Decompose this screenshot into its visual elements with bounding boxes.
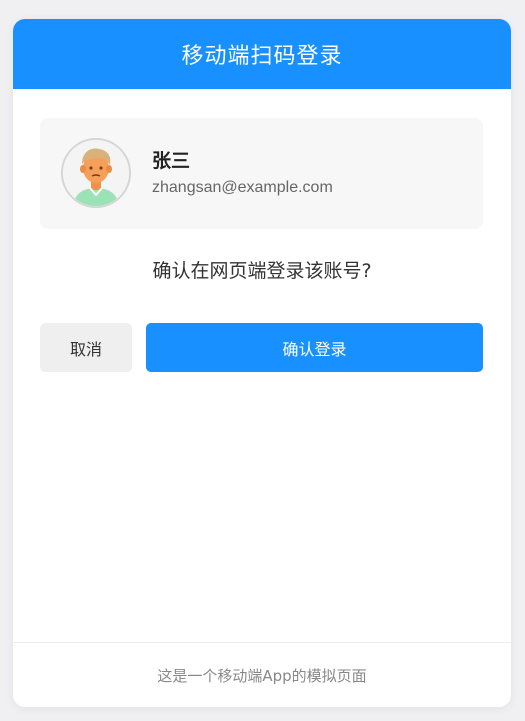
footer: 这是一个移动端App的模拟页面: [13, 642, 511, 707]
page-header: 移动端扫码登录: [13, 19, 511, 89]
user-info-card: 张三 zhangsan@example.com: [40, 118, 483, 229]
user-email: zhangsan@example.com: [152, 179, 333, 196]
user-name: 张三: [152, 150, 191, 172]
user-avatar-icon: [63, 140, 129, 206]
login-card: 移动端扫码登录 张三 zhangsan@example.com 确认在网页端登录…: [13, 19, 511, 707]
confirm-login-button[interactable]: 确认登录: [146, 323, 483, 372]
footer-note: 这是一个移动端App的模拟页面: [157, 666, 367, 685]
page-title: 移动端扫码登录: [181, 44, 343, 69]
avatar: [61, 138, 131, 208]
cancel-button[interactable]: 取消: [40, 323, 132, 372]
confirm-question: 确认在网页端登录该账号?: [152, 260, 372, 282]
